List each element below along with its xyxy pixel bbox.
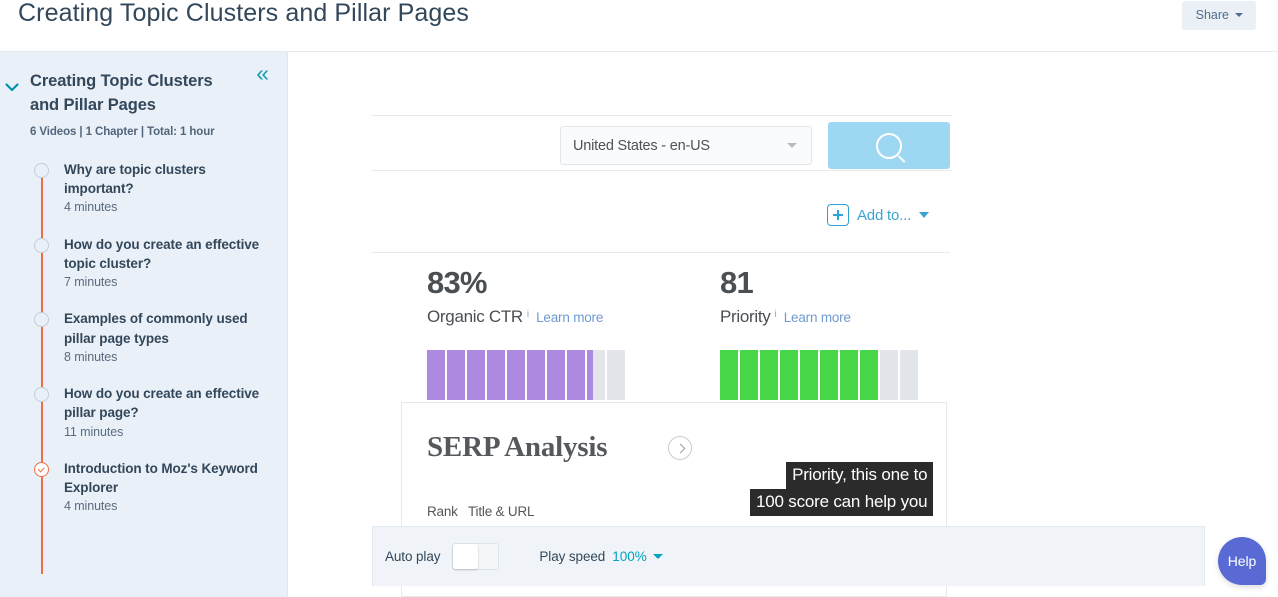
toggle-knob (453, 544, 479, 569)
column-header-rank: Rank (427, 504, 458, 519)
search-icon (876, 132, 902, 159)
course-player-page: Creating Topic Clusters and Pillar Pages… (0, 0, 1278, 597)
caption-line: 100 score can help you (750, 488, 934, 516)
lesson-status-check-icon (34, 462, 49, 478)
lesson-item[interactable]: How do you create an effective topic clu… (0, 235, 287, 289)
divider (372, 115, 952, 116)
caption-line: Priority, this one to (786, 462, 934, 489)
metric-bar (427, 350, 445, 400)
lesson-status-icon (34, 162, 49, 178)
lesson-duration: 11 minutes (64, 424, 124, 439)
metric-value: 81 (720, 265, 754, 300)
lesson-duration: 4 minutes (64, 200, 118, 215)
play-speed-value[interactable]: 100% (612, 549, 647, 564)
serp-analysis-title: SERP Analysis (427, 431, 608, 463)
metric-bar (740, 350, 758, 400)
metric-label: Organic CTR (427, 307, 523, 326)
metric-bar (507, 350, 525, 400)
lesson-title: Why are topic clusters important? (64, 161, 206, 196)
metric-bar (607, 350, 625, 400)
metric-bar (860, 350, 878, 400)
metric-priority: 81 Priority i Learn more (720, 267, 918, 400)
metric-bar (587, 350, 605, 400)
info-icon[interactable]: i (527, 309, 529, 320)
video-caption: Priority, this one to 100 score can help… (750, 462, 934, 516)
autoplay-toggle[interactable] (452, 543, 500, 570)
column-header-title-url: Title & URL (468, 504, 535, 519)
learn-more-link[interactable]: Learn more (536, 310, 603, 325)
locale-select-value: United States - en-US (573, 137, 710, 154)
lesson-title: Introduction to Moz's Keyword Explorer (64, 461, 258, 496)
caret-down-icon (919, 212, 930, 218)
lesson-item[interactable]: Examples of commonly used pillar page ty… (0, 309, 287, 364)
lesson-item[interactable]: How do you create an effective pillar pa… (0, 384, 287, 439)
lesson-title: Examples of commonly used pillar page ty… (64, 311, 248, 346)
sidebar-header: « Creating Topic Clusters and Pillar Pag… (0, 52, 287, 138)
metric-value: 83% (427, 265, 487, 300)
lesson-duration: 8 minutes (64, 349, 118, 364)
lesson-list: Why are topic clusters important? 4 minu… (0, 160, 287, 574)
metric-bar (527, 350, 545, 400)
help-button-label: Help (1227, 553, 1257, 569)
metric-bar (800, 350, 818, 400)
chevron-double-left-icon[interactable]: « (256, 62, 269, 85)
lesson-item[interactable]: Why are topic clusters important? 4 minu… (0, 160, 287, 214)
metric-bar (820, 350, 838, 400)
metric-bar (760, 350, 778, 400)
share-button[interactable]: Share (1181, 1, 1256, 30)
metric-bar (447, 350, 465, 400)
metric-bar (467, 350, 485, 400)
page-title: Creating Topic Clusters and Pillar Pages (18, 0, 469, 27)
search-button[interactable] (828, 122, 950, 169)
add-to-button[interactable]: Add to... (827, 204, 930, 226)
course-sidebar[interactable]: « Creating Topic Clusters and Pillar Pag… (0, 52, 288, 597)
sidebar-course-meta: 6 Videos | 1 Chapter | Total: 1 hour (30, 125, 215, 138)
video-pane: United States - en-US Add to... 83% Orga… (289, 52, 1278, 597)
metric-organic-ctr: 83% Organic CTR i Learn more (427, 267, 625, 400)
lesson-item-active[interactable]: Introduction to Moz's Keyword Explorer 4… (0, 459, 287, 513)
play-speed-label: Play speed (539, 549, 606, 564)
lesson-status-icon (34, 312, 49, 328)
divider (372, 252, 950, 253)
locale-select[interactable]: United States - en-US (560, 126, 812, 165)
info-icon[interactable]: i (775, 309, 777, 320)
caret-down-icon[interactable] (652, 554, 663, 559)
chevron-right-circle-icon[interactable] (668, 436, 692, 460)
lesson-status-icon (34, 237, 49, 253)
share-button-label: Share (1195, 8, 1229, 22)
lesson-title: How do you create an effective topic clu… (64, 236, 260, 271)
plus-icon (827, 204, 849, 226)
divider (372, 170, 952, 171)
sidebar-course-title: Creating Topic Clusters and Pillar Pages (30, 72, 213, 114)
learn-more-link[interactable]: Learn more (784, 310, 851, 325)
metric-bar (567, 350, 585, 400)
lesson-title: How do you create an effective pillar pa… (64, 386, 260, 421)
metric-bar-gauge (427, 350, 625, 400)
lesson-duration: 4 minutes (64, 499, 118, 514)
help-button[interactable]: Help (1218, 537, 1266, 585)
metric-bar-gauge (720, 350, 918, 400)
metric-bar (720, 350, 738, 400)
metric-label: Priority (720, 307, 771, 326)
chevron-down-icon (787, 143, 797, 148)
metric-bar (780, 350, 798, 400)
video-frame[interactable]: United States - en-US Add to... 83% Orga… (372, 52, 1208, 597)
metric-bar (880, 350, 898, 400)
metric-bar (840, 350, 858, 400)
chevron-down-icon (1235, 13, 1243, 17)
player-control-bar: Auto play Play speed 100% (372, 526, 1205, 586)
metric-bar (547, 350, 565, 400)
add-to-label: Add to... (857, 206, 912, 224)
autoplay-label: Auto play (385, 549, 441, 564)
chevron-down-icon[interactable] (3, 78, 21, 96)
top-bar: Creating Topic Clusters and Pillar Pages… (0, 0, 1278, 52)
lesson-duration: 7 minutes (64, 274, 118, 289)
metric-bar (900, 350, 918, 400)
metric-bar (487, 350, 505, 400)
lesson-status-icon (34, 387, 49, 403)
